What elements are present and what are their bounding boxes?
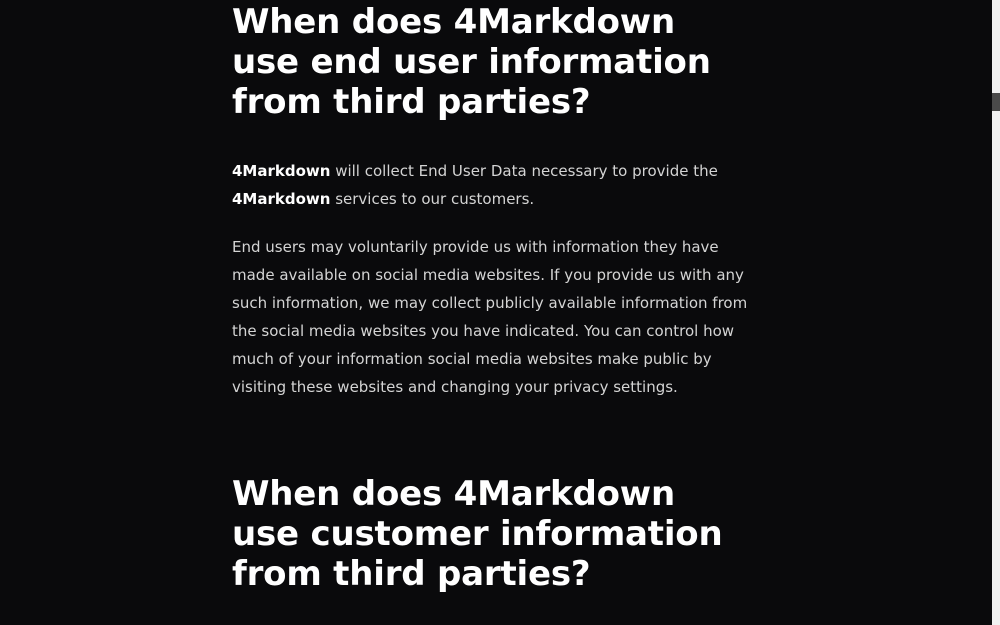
brand-name: 4Markdown xyxy=(232,162,331,180)
scrollbar-thumb[interactable] xyxy=(992,93,1000,111)
brand-name: 4Markdown xyxy=(232,190,331,208)
vertical-scrollbar[interactable] xyxy=(992,0,1000,625)
section-heading-end-user-info: When does 4Markdown use end user informa… xyxy=(232,2,711,122)
section-heading-customer-info: When does 4Markdown use customer informa… xyxy=(232,474,723,594)
paragraph-social-media: End users may voluntarily provide us wit… xyxy=(232,238,748,396)
page: When does 4Markdown use end user informa… xyxy=(0,0,992,625)
paragraph-end-user-data: 4Markdown will collect End User Data nec… xyxy=(232,157,752,213)
paragraph-text: will collect End User Data necessary to … xyxy=(330,162,718,180)
paragraph-text: services to our customers. xyxy=(330,190,535,208)
